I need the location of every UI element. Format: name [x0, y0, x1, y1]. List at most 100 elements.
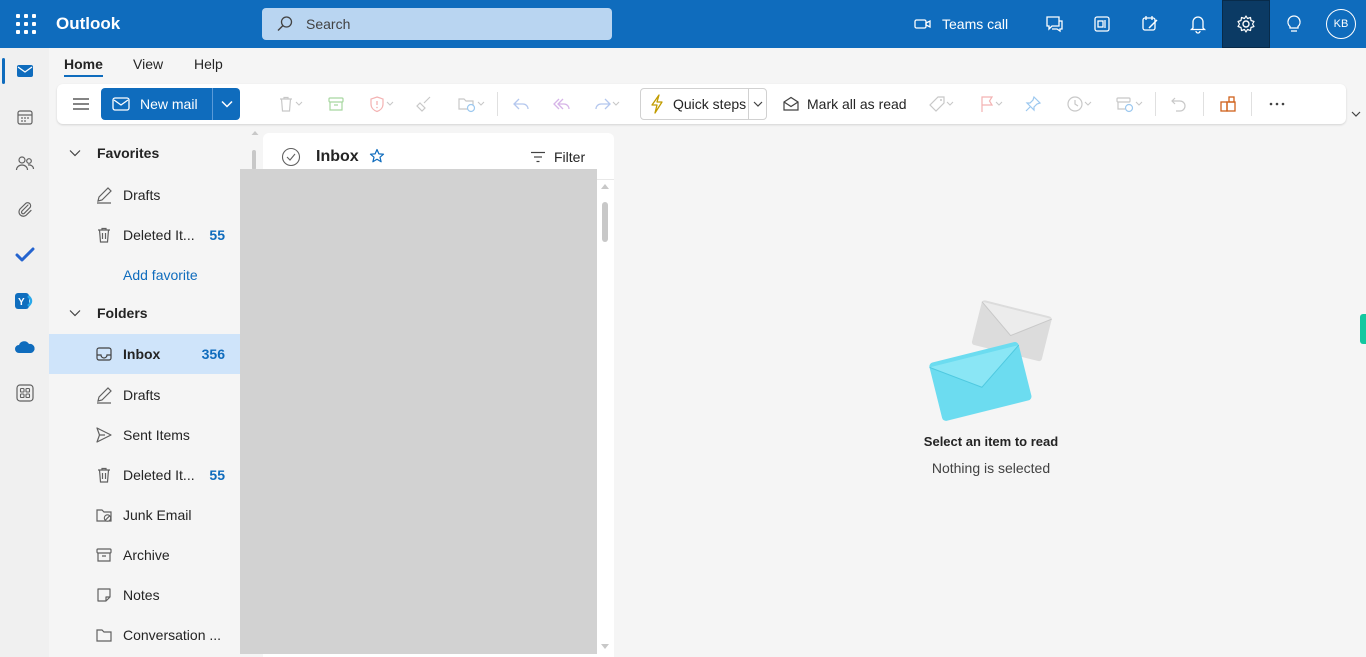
collapse-pane-button[interactable] — [69, 84, 93, 124]
folder-pane-scrollbar[interactable] — [252, 150, 256, 170]
star-favorite-icon[interactable] — [369, 148, 385, 164]
tab-view[interactable]: View — [133, 56, 163, 72]
folder-item-deleted[interactable]: Deleted It... 55 — [49, 455, 240, 495]
add-favorite-link[interactable]: Add favorite — [123, 267, 198, 283]
note-icon — [97, 588, 111, 602]
top-bar: Outlook Teams call KB — [0, 0, 1366, 48]
flag-button[interactable] — [973, 84, 1009, 124]
rail-yammer[interactable]: Y — [0, 278, 49, 324]
folders-header[interactable]: Folders — [49, 293, 240, 333]
folder-item-sent[interactable]: Sent Items — [49, 415, 240, 455]
rail-calendar[interactable] — [0, 94, 49, 140]
favorite-item-drafts[interactable]: Drafts — [49, 175, 240, 215]
calendar-icon — [16, 110, 33, 125]
side-panel-tab[interactable] — [1360, 314, 1366, 344]
tab-home[interactable]: Home — [64, 56, 103, 72]
onedrive-cloud-icon — [14, 341, 35, 353]
message-scroll-down-icon[interactable] — [600, 643, 610, 650]
trash-icon — [98, 467, 110, 483]
folder-item-notes[interactable]: Notes — [49, 575, 240, 615]
chevron-down-icon — [69, 310, 81, 317]
rules-button[interactable] — [1111, 84, 1147, 124]
mark-all-read-button[interactable]: Mark all as read — [782, 84, 907, 124]
select-all-checkbox-icon[interactable] — [281, 147, 301, 167]
search-input[interactable] — [306, 8, 596, 40]
folder-item-inbox[interactable]: Inbox 356 — [49, 334, 240, 374]
teams-call-button[interactable]: Teams call — [914, 0, 1008, 48]
tag-icon — [929, 96, 945, 112]
folder-item-label: Drafts — [123, 387, 161, 403]
pin-button[interactable] — [1021, 84, 1045, 124]
settings-gear-icon[interactable] — [1222, 0, 1270, 48]
ribbon-separator — [1155, 92, 1156, 116]
notifications-bell-icon[interactable] — [1174, 0, 1222, 48]
rail-todo[interactable] — [0, 232, 49, 278]
send-icon — [96, 427, 112, 443]
new-mail-button[interactable]: New mail — [101, 88, 212, 120]
archive-icon — [96, 548, 112, 562]
account-avatar[interactable]: KB — [1326, 9, 1356, 39]
undo-button[interactable] — [1167, 84, 1191, 124]
my-day-icon[interactable] — [1126, 0, 1174, 48]
people-icon — [15, 156, 34, 171]
apps-grid-icon — [15, 384, 34, 402]
chat-icon[interactable] — [1030, 0, 1078, 48]
reply-all-icon — [553, 98, 570, 110]
snooze-button[interactable] — [1061, 84, 1097, 124]
todo-check-icon — [15, 247, 34, 262]
unread-count: 356 — [201, 346, 225, 362]
folder-item-conversation-history[interactable]: Conversation ... — [49, 615, 240, 655]
reply-all-button[interactable] — [549, 84, 573, 124]
folder-item-drafts[interactable]: Drafts — [49, 375, 240, 415]
rail-people[interactable] — [0, 140, 49, 186]
folder-icon — [96, 629, 112, 642]
ribbon-expand-chevron-icon[interactable] — [1351, 110, 1361, 118]
quick-steps-button[interactable]: Quick steps — [640, 88, 767, 120]
folder-item-archive[interactable]: Archive — [49, 535, 240, 575]
chevron-down-icon — [1084, 101, 1092, 106]
favorite-item-deleted[interactable]: Deleted It... 55 — [49, 215, 240, 255]
clock-icon — [1067, 96, 1083, 112]
tips-lightbulb-icon[interactable] — [1270, 0, 1318, 48]
folder-item-label: Sent Items — [123, 427, 190, 443]
folder-title: Inbox — [316, 148, 359, 165]
rail-files[interactable] — [0, 186, 49, 232]
tab-help[interactable]: Help — [194, 56, 223, 72]
app-title[interactable]: Outlook — [56, 14, 120, 34]
folder-move-icon — [458, 98, 476, 113]
inbox-icon — [96, 347, 112, 361]
favorites-header[interactable]: Favorites — [49, 133, 240, 173]
add-ins-button[interactable] — [1216, 84, 1240, 124]
sweep-button[interactable] — [413, 84, 435, 124]
yammer-icon: Y — [14, 293, 32, 309]
archive-button[interactable] — [325, 84, 347, 124]
delete-button[interactable] — [275, 84, 305, 124]
office-apps-icon[interactable] — [1078, 0, 1126, 48]
app-launcher-icon[interactable] — [12, 12, 36, 36]
new-mail-dropdown[interactable] — [212, 88, 240, 120]
new-mail-icon — [112, 97, 130, 111]
svg-text:Y: Y — [18, 297, 25, 308]
quick-steps-dropdown[interactable] — [748, 89, 766, 119]
folder-item-label: Deleted It... — [123, 467, 195, 483]
reply-button[interactable] — [509, 84, 533, 124]
chevron-down-icon — [612, 101, 620, 106]
folder-item-junk[interactable]: Junk Email — [49, 495, 240, 535]
chevron-down-icon — [220, 100, 233, 108]
move-to-button[interactable] — [453, 84, 489, 124]
search-box[interactable] — [262, 8, 612, 40]
more-options-button[interactable] — [1265, 84, 1289, 124]
folder-scroll-up-icon[interactable] — [251, 130, 259, 136]
message-scroll-up-icon[interactable] — [600, 183, 610, 190]
message-list-scrollbar[interactable] — [602, 202, 608, 242]
report-button[interactable] — [363, 84, 399, 124]
categorize-button[interactable] — [923, 84, 959, 124]
search-icon — [277, 16, 293, 31]
rail-mail[interactable] — [0, 48, 49, 94]
rail-onedrive[interactable] — [0, 324, 49, 370]
chevron-down-icon — [295, 101, 303, 106]
filter-button[interactable]: Filter — [530, 149, 585, 165]
forward-button[interactable] — [589, 84, 625, 124]
rail-more-apps[interactable] — [0, 370, 49, 416]
ribbon-separator — [1203, 92, 1204, 116]
